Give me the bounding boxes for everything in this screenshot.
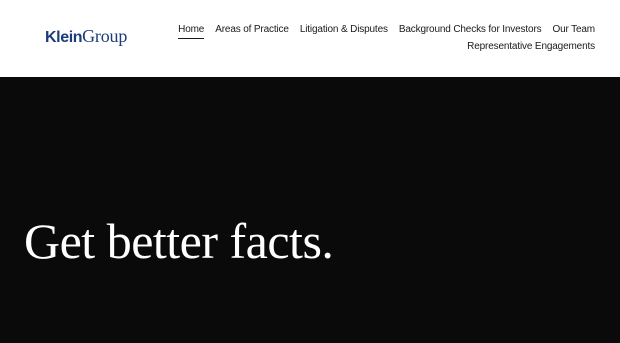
nav-home[interactable]: Home <box>178 23 204 39</box>
nav-areas-of-practice[interactable]: Areas of Practice <box>215 23 289 39</box>
nav-our-team[interactable]: Our Team <box>552 23 595 39</box>
nav-representative-engagements[interactable]: Representative Engagements <box>467 40 595 54</box>
hero-heading: Get better facts. <box>24 213 334 269</box>
main-nav: Home Areas of Practice Litigation & Disp… <box>178 23 595 39</box>
site-header: KleinGroup Home Areas of Practice Litiga… <box>0 0 620 77</box>
nav-background-checks[interactable]: Background Checks for Investors <box>399 23 542 39</box>
logo-group-text: Group <box>82 26 128 46</box>
hero-section: Get better facts. <box>0 77 620 343</box>
kleingroup-logo[interactable]: KleinGroup <box>45 26 127 47</box>
main-nav-second-row: Representative Engagements <box>467 40 595 54</box>
nav-litigation-disputes[interactable]: Litigation & Disputes <box>300 23 388 39</box>
logo-klein-text: Klein <box>45 29 83 46</box>
